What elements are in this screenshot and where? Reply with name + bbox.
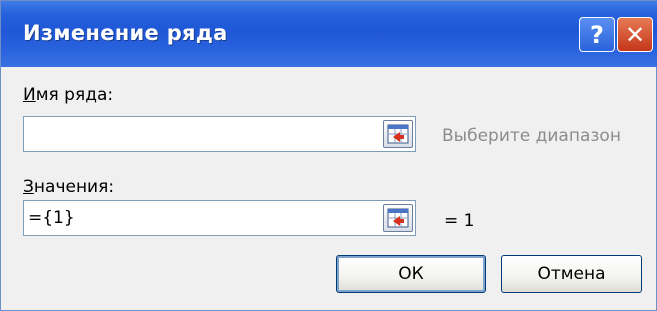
range-select-icon (387, 208, 409, 228)
series-name-hint: Выберите диапазон (442, 126, 621, 146)
series-name-label-accesskey: И (23, 85, 36, 105)
ok-button[interactable]: ОК (336, 255, 486, 293)
help-button[interactable]: ? (579, 17, 615, 52)
dialog-title: Изменение ряда (23, 21, 228, 45)
series-values-label-accesskey: З (23, 177, 34, 197)
series-values-field[interactable] (23, 200, 416, 236)
series-name-field[interactable] (23, 116, 416, 152)
close-button[interactable]: ✕ (617, 17, 653, 52)
help-icon: ? (590, 20, 604, 49)
series-name-label-text: мя ряда: (35, 85, 114, 105)
series-name-range-button[interactable] (383, 120, 413, 148)
close-icon: ✕ (624, 20, 646, 49)
series-values-range-button[interactable] (383, 204, 413, 232)
series-name-input[interactable] (24, 117, 374, 151)
cancel-button[interactable]: Отмена (501, 255, 642, 293)
series-values-preview: = 1 (444, 211, 475, 231)
title-bar[interactable]: Изменение ряда ? ✕ (1, 1, 657, 67)
series-name-label: Имя ряда: (23, 85, 113, 105)
series-values-label-text: начения: (33, 177, 115, 197)
edit-series-dialog: Изменение ряда ? ✕ Имя ряда: Выберите ди… (0, 0, 657, 311)
series-values-input[interactable] (24, 201, 374, 235)
series-values-label: Значения: (23, 177, 114, 197)
range-select-icon (387, 124, 409, 144)
